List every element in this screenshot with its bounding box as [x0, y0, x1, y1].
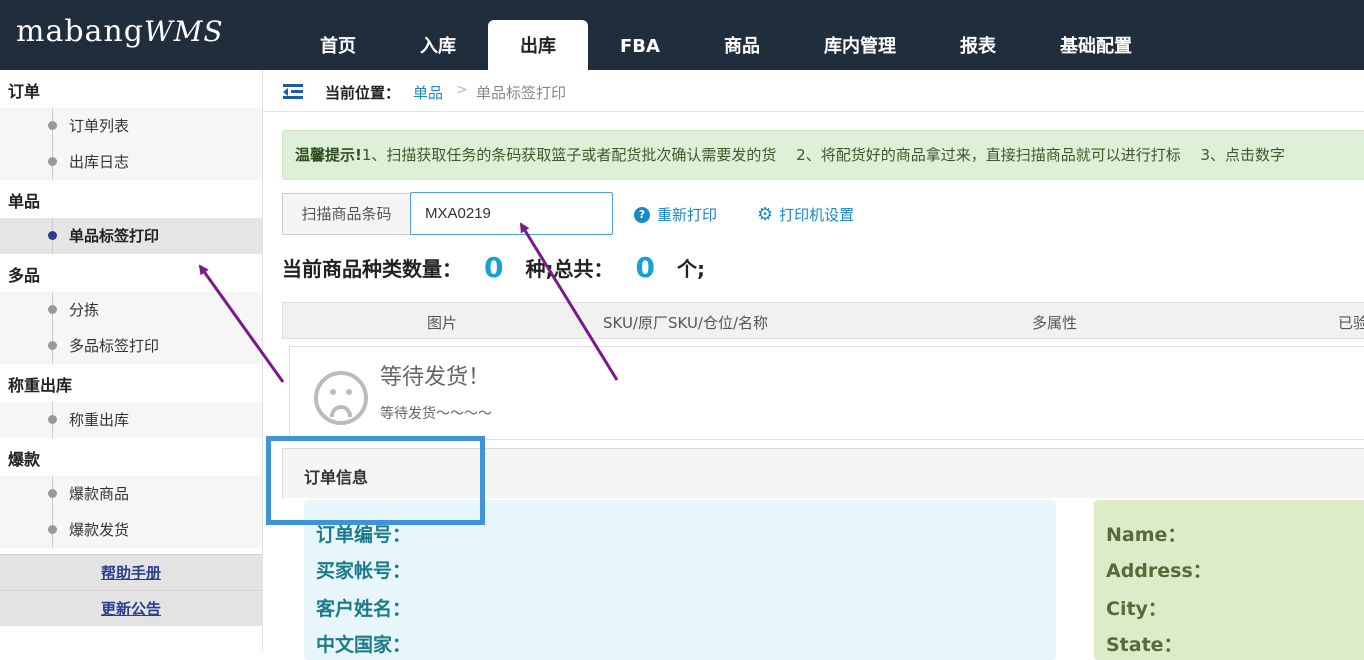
- printer-settings-button[interactable]: ⚙ 打印机设置: [757, 204, 854, 225]
- bullet-icon: [48, 305, 57, 314]
- empty-state: 等待发货！ 等待发货～～～～: [289, 346, 1364, 440]
- sidebar-section-multi: 多品: [0, 254, 262, 292]
- nav-inbound[interactable]: 入库: [388, 20, 488, 70]
- sidebar-item-multi-label-print[interactable]: 多品标签打印: [0, 328, 262, 364]
- logo-text: mabang: [16, 14, 144, 49]
- total-count[interactable]: 0: [635, 251, 654, 284]
- tip-title: 温馨提示!: [295, 146, 362, 164]
- sidebar-section-order: 订单: [0, 70, 262, 108]
- field-address: Address：: [1106, 560, 1212, 582]
- gear-icon: ⚙: [757, 204, 774, 225]
- table-header: 图片 SKU/原厂SKU/仓位/名称 多属性 已验: [282, 302, 1364, 339]
- total-unit: 个;: [676, 257, 705, 281]
- main-nav: 首页 入库 出库 FBA 商品 库内管理 报表 基础配置: [288, 20, 1164, 70]
- sidebar-item-weigh-outbound[interactable]: 称重出库: [0, 402, 262, 438]
- col-sku: SKU/原厂SKU/仓位/名称: [603, 314, 769, 332]
- scan-barcode-input[interactable]: [410, 192, 613, 235]
- total-label: 总共：: [553, 257, 614, 281]
- nav-fba[interactable]: FBA: [588, 20, 692, 70]
- breadcrumb-link-single[interactable]: 单品: [413, 82, 443, 103]
- bullet-icon: [48, 525, 57, 534]
- sidebar-item-outbound-log[interactable]: 出库日志: [0, 144, 262, 180]
- reprint-button[interactable]: ? 重新打印: [634, 204, 717, 225]
- field-country-cn: 中文国家：: [316, 634, 412, 656]
- bullet-icon: [48, 341, 57, 350]
- field-customer-name: 客户姓名：: [316, 598, 412, 620]
- main-content: 当前位置： 单品 > 单品标签打印 温馨提示!1、扫描获取任务的条码获取篮子或者…: [263, 70, 1364, 660]
- kinds-count[interactable]: 0: [484, 251, 503, 284]
- sidebar-section-weigh: 称重出库: [0, 364, 262, 402]
- nav-config[interactable]: 基础配置: [1028, 20, 1164, 70]
- nav-reports[interactable]: 报表: [928, 20, 1028, 70]
- bullet-icon: [48, 121, 57, 130]
- menu-toggle-icon[interactable]: [283, 84, 305, 100]
- bullet-icon: [48, 231, 57, 240]
- sidebar-item-order-list[interactable]: 订单列表: [0, 108, 262, 144]
- nav-home[interactable]: 首页: [288, 20, 388, 70]
- nav-products[interactable]: 商品: [692, 20, 792, 70]
- nav-outbound[interactable]: 出库: [488, 20, 588, 70]
- tip-banner: 温馨提示!1、扫描获取任务的条码获取篮子或者配货批次确认需要发的货 2、将配货好…: [282, 130, 1364, 180]
- sidebar-section-hot: 爆款: [0, 438, 262, 476]
- breadcrumb-current: 单品标签打印: [476, 84, 567, 102]
- breadcrumb-separator: >: [456, 82, 468, 98]
- bullet-icon: [48, 157, 57, 166]
- col-verified: 已验: [1338, 314, 1364, 332]
- highlight-box: [266, 436, 485, 525]
- kinds-label: 当前商品种类数量：: [282, 257, 462, 281]
- breadcrumb-label: 当前位置：: [325, 84, 401, 102]
- bullet-icon: [48, 489, 57, 498]
- bullet-icon: [48, 415, 57, 424]
- col-image: 图片: [427, 314, 458, 332]
- empty-title: 等待发货！: [380, 365, 491, 390]
- app-logo[interactable]: mabangWMS: [16, 14, 224, 49]
- sidebar-item-hot-shipping[interactable]: 爆款发货: [0, 512, 262, 548]
- address-panel: Name： Address： City： State：: [1094, 500, 1364, 660]
- field-state: State：: [1106, 634, 1183, 656]
- question-icon: ?: [634, 206, 650, 223]
- breadcrumb: 当前位置： 单品 > 单品标签打印: [263, 70, 1364, 112]
- col-attributes: 多属性: [1032, 314, 1078, 332]
- sidebar: 订单 订单列表 出库日志 单品 单品标签打印 多品 分拣 多品标签打印 称重出库…: [0, 70, 263, 652]
- logo-suffix: WMS: [143, 15, 224, 48]
- empty-subtitle: 等待发货～～～～: [380, 406, 492, 422]
- sidebar-link-updates[interactable]: 更新公告: [0, 590, 262, 626]
- nav-warehouse[interactable]: 库内管理: [792, 20, 928, 70]
- tip-text: 1、扫描获取任务的条码获取篮子或者配货批次确认需要发的货 2、将配货好的商品拿过…: [361, 146, 1286, 164]
- field-name: Name：: [1106, 524, 1187, 546]
- sidebar-item-single-label-print[interactable]: 单品标签打印: [0, 218, 262, 254]
- sidebar-section-single: 单品: [0, 180, 262, 218]
- field-buyer-account: 买家帐号：: [316, 560, 412, 582]
- sidebar-item-hot-products[interactable]: 爆款商品: [0, 476, 262, 512]
- sidebar-link-help[interactable]: 帮助手册: [0, 554, 262, 590]
- kinds-unit: 种;: [525, 257, 554, 281]
- field-city: City：: [1106, 598, 1167, 620]
- sidebar-item-sorting[interactable]: 分拣: [0, 292, 262, 328]
- count-summary: 当前商品种类数量： 0 种; 总共： 0 个;: [282, 251, 705, 284]
- sad-face-icon: [314, 371, 368, 425]
- scan-label: 扫描商品条码: [282, 193, 411, 235]
- top-bar: mabangWMS 首页 入库 出库 FBA 商品 库内管理 报表 基础配置: [0, 0, 1364, 70]
